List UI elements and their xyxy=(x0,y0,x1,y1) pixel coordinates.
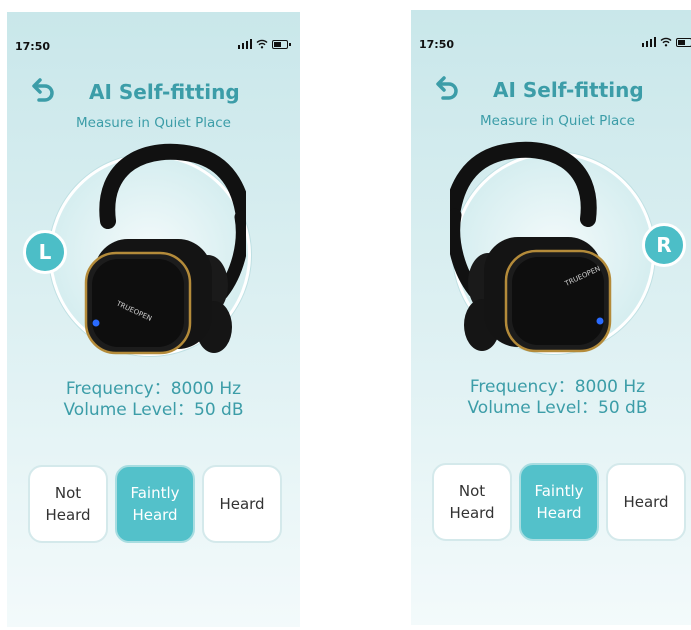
status-icons xyxy=(237,39,291,49)
earbud-image-frame: TRUEOPEN xyxy=(49,143,251,356)
heard-button[interactable]: Heard xyxy=(202,465,282,543)
earbud-image-frame: TRUEOPEN xyxy=(450,141,655,354)
test-info: Frequency：8000 Hz Volume Level：50 dB xyxy=(7,379,300,421)
faintly-heard-button[interactable]: Faintly Heard xyxy=(519,463,599,541)
status-time: 17:50 xyxy=(15,40,51,53)
status-icons xyxy=(641,37,691,47)
phone-screen-left: 17:50 AI Self-fitting Measure in Quiet P… xyxy=(7,12,300,627)
wifi-icon xyxy=(660,37,672,47)
right-ear-badge: R xyxy=(642,223,686,267)
left-ear-badge: L xyxy=(23,230,67,274)
back-arrow-icon[interactable] xyxy=(431,73,461,103)
earbud-image: TRUEOPEN xyxy=(84,143,246,355)
page-title: AI Self-fitting xyxy=(493,78,644,102)
faintly-heard-button[interactable]: Faintly Heard xyxy=(115,465,195,543)
status-time: 17:50 xyxy=(419,38,455,51)
signal-icon xyxy=(641,37,656,47)
frequency-text: Frequency：8000 Hz xyxy=(65,379,242,399)
battery-icon xyxy=(676,37,691,47)
back-arrow-icon[interactable] xyxy=(27,75,57,105)
test-info: Frequency：8000 Hz Volume Level：50 dB xyxy=(411,377,691,419)
wifi-icon xyxy=(256,39,268,49)
battery-icon xyxy=(272,39,291,49)
heard-button[interactable]: Heard xyxy=(606,463,686,541)
response-buttons: Not Heard Faintly Heard Heard xyxy=(432,463,686,541)
frequency-text: Frequency：8000 Hz xyxy=(469,377,646,397)
response-buttons: Not Heard Faintly Heard Heard xyxy=(28,465,282,543)
not-heard-button[interactable]: Not Heard xyxy=(28,465,108,543)
phone-screen-right: 17:50 AI Self-fitting Measure in Quiet P… xyxy=(411,10,691,625)
volume-level-text: Volume Level：50 dB xyxy=(467,398,648,418)
not-heard-button[interactable]: Not Heard xyxy=(432,463,512,541)
signal-icon xyxy=(237,39,252,49)
earbud-image: TRUEOPEN xyxy=(450,141,612,353)
page-title: AI Self-fitting xyxy=(89,80,240,104)
volume-level-text: Volume Level：50 dB xyxy=(63,400,244,420)
